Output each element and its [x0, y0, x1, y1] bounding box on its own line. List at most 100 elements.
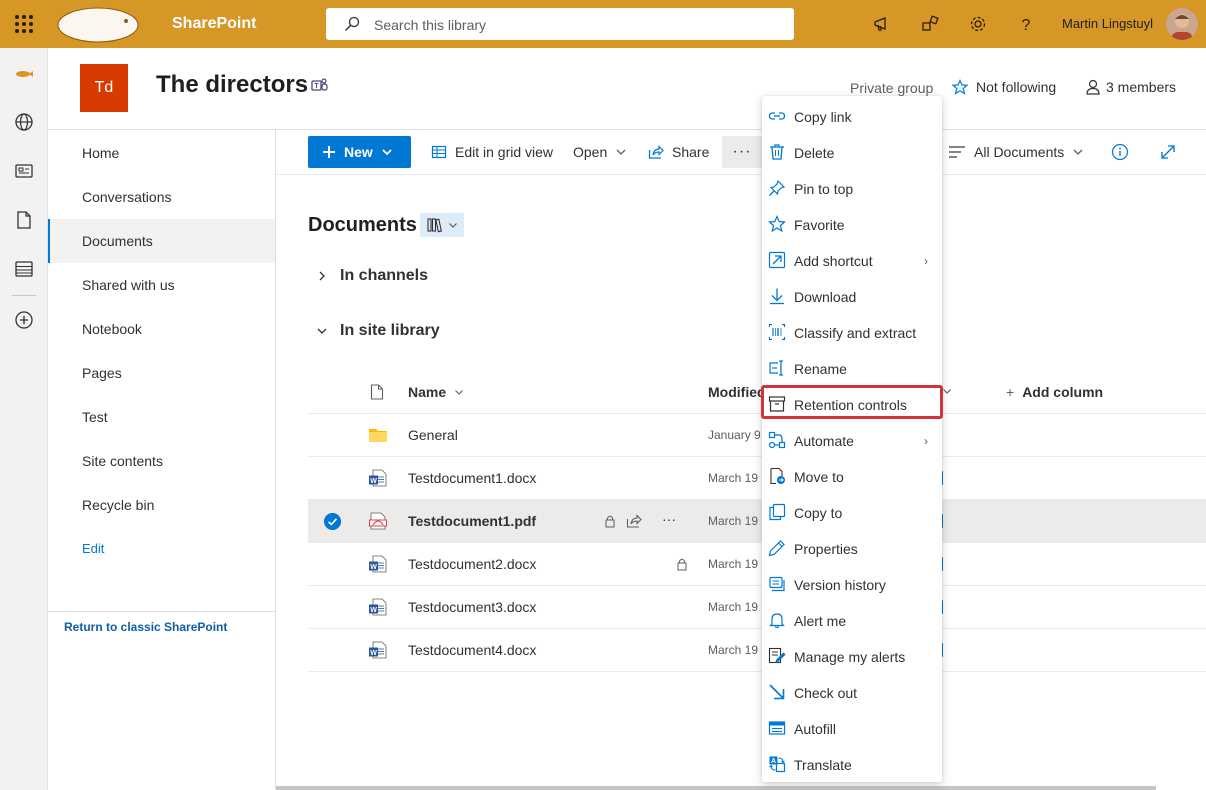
- gear-icon[interactable]: [968, 14, 988, 34]
- nav-item-home[interactable]: Home: [48, 131, 275, 175]
- menu-item-manage-my-alerts[interactable]: Manage my alerts: [762, 638, 942, 674]
- menu-item-add-shortcut[interactable]: Add shortcut ›: [762, 242, 942, 278]
- members-label: 3 members: [1106, 79, 1177, 95]
- new-button[interactable]: New: [308, 136, 411, 168]
- open-button[interactable]: Open: [573, 136, 627, 168]
- column-header-modified[interactable]: Modified: [708, 376, 766, 408]
- menu-item-version-history[interactable]: Version history: [762, 566, 942, 602]
- suite-bar: SharePoint Search this library ? Martin …: [0, 0, 1206, 48]
- lock-icon: [677, 558, 687, 571]
- chevron-right-icon: ›: [924, 254, 928, 268]
- app-launcher-button[interactable]: [0, 0, 48, 48]
- file-name[interactable]: General: [408, 427, 458, 443]
- plus-icon: [323, 146, 335, 158]
- nav-edit-link[interactable]: Edit: [48, 527, 275, 571]
- checkmark-circle-icon[interactable]: [324, 513, 341, 530]
- menu-item-label: Properties: [794, 541, 858, 557]
- file-name[interactable]: Testdocument3.docx: [408, 599, 536, 615]
- menu-item-label: Favorite: [794, 217, 845, 233]
- site-title[interactable]: The directors: [156, 71, 308, 99]
- file-name[interactable]: Testdocument4.docx: [408, 642, 536, 658]
- nav-item-documents[interactable]: Documents: [48, 219, 275, 263]
- group-in-site-library[interactable]: In site library: [316, 322, 440, 340]
- add-column-button[interactable]: + Add column: [1006, 376, 1103, 408]
- table-row[interactable]: General January 9,: [308, 414, 1206, 457]
- app-name[interactable]: SharePoint: [172, 15, 256, 33]
- row-more-button[interactable]: ···: [662, 511, 676, 527]
- group-in-channels[interactable]: In channels: [316, 267, 428, 285]
- return-to-classic-link[interactable]: Return to classic SharePoint: [64, 620, 227, 634]
- teams-apps-icon[interactable]: [920, 14, 940, 34]
- menu-item-translate[interactable]: A Translate: [762, 746, 942, 782]
- group-label: In channels: [340, 267, 429, 284]
- avatar[interactable]: [1166, 8, 1198, 40]
- file-name[interactable]: Testdocument2.docx: [408, 556, 536, 572]
- nav-item-recycle-bin[interactable]: Recycle bin: [48, 483, 275, 527]
- more-actions-button[interactable]: ···: [722, 136, 762, 168]
- table-row[interactable]: W Testdocument3.docx March 19: [308, 586, 1206, 629]
- news-icon: [15, 164, 33, 178]
- list-view-icon: [949, 146, 965, 158]
- table-row[interactable]: W Testdocument1.docx March 19: [308, 457, 1206, 500]
- appbar-news-button[interactable]: [12, 159, 36, 183]
- nav-divider: [48, 611, 275, 612]
- nav-item-conversations[interactable]: Conversations: [48, 175, 275, 219]
- menu-item-properties[interactable]: Properties: [762, 530, 942, 566]
- column-header-name[interactable]: Name: [408, 376, 464, 408]
- info-icon[interactable]: [1111, 143, 1129, 161]
- user-name[interactable]: Martin Lingstuyl: [1062, 16, 1153, 31]
- expand-icon[interactable]: [1159, 143, 1177, 161]
- file-name[interactable]: Testdocument1.pdf: [408, 513, 536, 529]
- appbar-lists-button[interactable]: [12, 257, 36, 281]
- teams-icon[interactable]: T: [311, 77, 329, 93]
- search-box[interactable]: Search this library: [326, 8, 794, 40]
- help-icon[interactable]: ?: [1016, 14, 1036, 34]
- chevron-down-icon: [1073, 149, 1083, 155]
- chevron-down-icon[interactable]: [942, 386, 952, 396]
- menu-item-classify-and-extract[interactable]: Classify and extract: [762, 314, 942, 350]
- site-logo[interactable]: Td: [80, 64, 128, 112]
- menu-item-download[interactable]: Download: [762, 278, 942, 314]
- appbar-home-button[interactable]: [12, 62, 36, 86]
- menu-item-favorite[interactable]: Favorite: [762, 206, 942, 242]
- svg-text:W: W: [370, 564, 377, 571]
- follow-button[interactable]: Not following: [952, 79, 1056, 95]
- menu-item-rename[interactable]: Rename: [762, 350, 942, 386]
- share-icon[interactable]: [626, 513, 642, 529]
- pin-icon: [769, 179, 786, 196]
- table-row[interactable]: W Testdocument2.docx March 19: [308, 543, 1206, 586]
- nav-item-shared-with-us[interactable]: Shared with us: [48, 263, 275, 307]
- menu-item-autofill[interactable]: Autofill: [762, 710, 942, 746]
- table-row[interactable]: W Testdocument4.docx March 19: [308, 629, 1206, 672]
- appbar-sites-button[interactable]: [12, 110, 36, 134]
- appbar-create-button[interactable]: [12, 308, 36, 332]
- nav-item-notebook[interactable]: Notebook: [48, 307, 275, 351]
- view-selector[interactable]: All Documents: [948, 136, 1084, 168]
- members-button[interactable]: 3 members: [1086, 79, 1176, 95]
- menu-item-check-out[interactable]: Check out: [762, 674, 942, 710]
- menu-item-label: Copy link: [794, 109, 852, 125]
- file-name[interactable]: Testdocument1.docx: [408, 470, 536, 486]
- horizontal-scrollbar[interactable]: [276, 786, 1156, 790]
- context-menu: Copy link Delete Pin to top Favorite Add…: [762, 96, 942, 782]
- company-logo[interactable]: [54, 4, 142, 44]
- edit-grid-view-button[interactable]: Edit in grid view: [431, 136, 553, 168]
- menu-item-alert-me[interactable]: Alert me: [762, 602, 942, 638]
- modified-date: March 19: [708, 557, 759, 571]
- nav-item-site-contents[interactable]: Site contents: [48, 439, 275, 483]
- table-row-selected[interactable]: Testdocument1.pdf ··· March 19: [308, 500, 1206, 543]
- classify-icon: [768, 323, 786, 341]
- share-button[interactable]: Share: [648, 136, 709, 168]
- menu-item-delete[interactable]: Delete: [762, 134, 942, 170]
- menu-item-copy-to[interactable]: Copy to: [762, 494, 942, 530]
- menu-item-automate[interactable]: Automate ›: [762, 422, 942, 458]
- nav-item-pages[interactable]: Pages: [48, 351, 275, 395]
- megaphone-icon[interactable]: [872, 14, 892, 34]
- file-type-header-icon[interactable]: [370, 384, 384, 400]
- nav-item-test[interactable]: Test: [48, 395, 275, 439]
- menu-item-move-to[interactable]: Move to: [762, 458, 942, 494]
- menu-item-pin-to-top[interactable]: Pin to top: [762, 170, 942, 206]
- library-view-switcher[interactable]: [420, 213, 464, 237]
- menu-item-copy-link[interactable]: Copy link: [762, 98, 942, 134]
- appbar-files-button[interactable]: [12, 208, 36, 232]
